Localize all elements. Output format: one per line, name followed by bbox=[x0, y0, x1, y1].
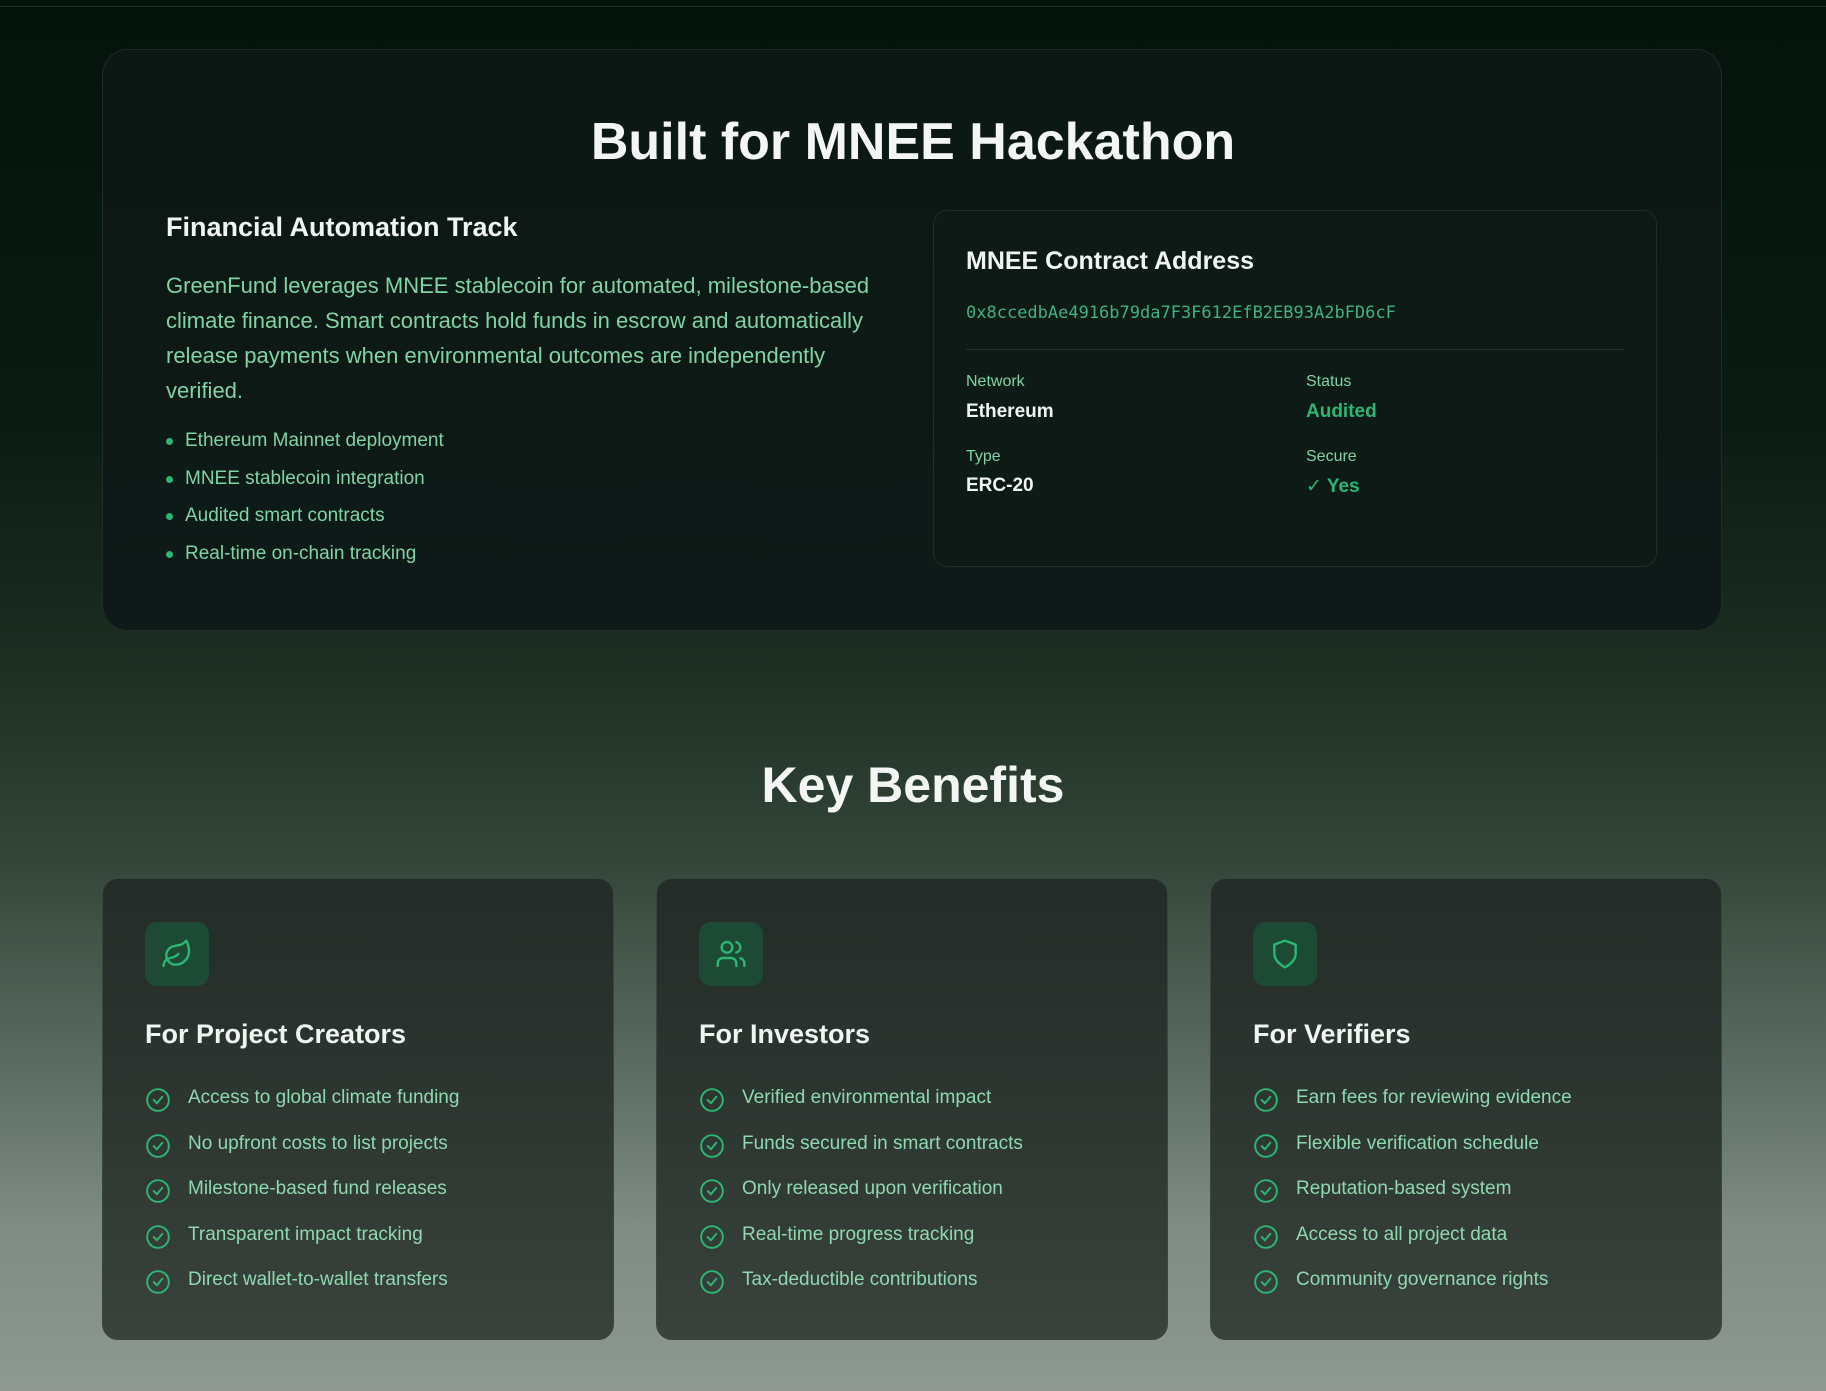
benefit-list: Earn fees for reviewing evidence Flexibl… bbox=[1253, 1085, 1572, 1313]
benefit-title: For Project Creators bbox=[145, 1019, 407, 1049]
benefit-title: For Investors bbox=[699, 1019, 871, 1049]
bullet-icon bbox=[166, 438, 173, 445]
contract-divider bbox=[966, 349, 1624, 350]
benefit-item: Only released upon verification bbox=[699, 1176, 1023, 1222]
status-label: Status bbox=[1306, 373, 1352, 390]
benefit-list: Access to global climate funding No upfr… bbox=[145, 1085, 459, 1313]
bullet-icon bbox=[166, 550, 173, 558]
contract-title: MNEE Contract Address bbox=[966, 247, 1255, 275]
check-circle-icon bbox=[1254, 1088, 1278, 1112]
check-circle-icon bbox=[146, 1224, 170, 1249]
benefit-item-label: Direct wallet-to-wallet transfers bbox=[188, 1269, 448, 1290]
contract-card: MNEE Contract Address 0x8ccedbAe4916b79d… bbox=[933, 210, 1657, 567]
secure-value: ✓ Yes bbox=[1306, 476, 1360, 497]
track-features-list: Ethereum Mainnet deployment MNEE stablec… bbox=[166, 424, 444, 574]
feature-item: Real-time on-chain tracking bbox=[166, 537, 444, 575]
check-circle-icon bbox=[1254, 1270, 1278, 1294]
status-value: Audited bbox=[1306, 401, 1377, 422]
benefit-item-label: Verified environmental impact bbox=[742, 1087, 992, 1108]
benefit-item-label: Earn fees for reviewing evidence bbox=[1296, 1087, 1572, 1108]
benefit-item-label: Real-time progress tracking bbox=[742, 1223, 975, 1245]
track-title: Financial Automation Track bbox=[166, 212, 518, 242]
benefit-item: Direct wallet-to-wallet transfers bbox=[145, 1267, 459, 1313]
benefit-item: Transparent impact tracking bbox=[145, 1222, 459, 1268]
benefit-item: Access to global climate funding bbox=[145, 1085, 459, 1131]
benefit-item: Reputation-based system bbox=[1253, 1176, 1572, 1222]
benefit-item: Milestone-based fund releases bbox=[145, 1176, 459, 1222]
bullet-icon bbox=[166, 513, 173, 520]
type-value: ERC-20 bbox=[966, 475, 1034, 496]
benefit-item-label: Reputation-based system bbox=[1296, 1178, 1512, 1199]
bullet-icon bbox=[166, 475, 173, 483]
secure-label: Secure bbox=[1306, 448, 1357, 465]
benefit-item: Funds secured in smart contracts bbox=[699, 1131, 1023, 1177]
benefit-item: Earn fees for reviewing evidence bbox=[1253, 1085, 1572, 1131]
type-label: Type bbox=[966, 448, 1001, 465]
benefit-item: Access to all project data bbox=[1253, 1222, 1572, 1268]
benefit-item: Verified environmental impact bbox=[699, 1085, 1023, 1131]
check-circle-icon bbox=[700, 1133, 724, 1158]
benefits-title: Key Benefits bbox=[761, 757, 1065, 813]
feature-item: MNEE stablecoin integration bbox=[166, 462, 444, 500]
feature-label: Ethereum Mainnet deployment bbox=[185, 430, 444, 451]
contract-address[interactable]: 0x8ccedbAe4916b79da7F3F612EfB2EB93A2bFD6… bbox=[966, 303, 1396, 323]
feature-label: Audited smart contracts bbox=[185, 505, 385, 526]
benefit-item-label: Flexible verification schedule bbox=[1296, 1132, 1539, 1154]
benefit-item-label: Only released upon verification bbox=[742, 1178, 1003, 1199]
network-value: Ethereum bbox=[966, 401, 1054, 422]
check-circle-icon bbox=[1254, 1224, 1278, 1249]
check-circle-icon bbox=[1254, 1133, 1278, 1158]
network-label: Network bbox=[966, 373, 1025, 390]
top-divider bbox=[0, 0, 1826, 7]
benefit-item-label: Access to all project data bbox=[1296, 1223, 1508, 1245]
benefit-item-label: Access to global climate funding bbox=[188, 1087, 460, 1108]
check-circle-icon bbox=[146, 1133, 170, 1158]
benefit-item: Flexible verification schedule bbox=[1253, 1131, 1572, 1177]
check-circle-icon bbox=[700, 1224, 724, 1249]
benefit-item-label: Community governance rights bbox=[1296, 1269, 1549, 1290]
feature-label: MNEE stablecoin integration bbox=[185, 467, 425, 489]
benefit-item: Tax-deductible contributions bbox=[699, 1267, 1023, 1313]
benefit-card-investors: For Investors Verified environmental imp… bbox=[656, 878, 1168, 1340]
feature-item: Ethereum Mainnet deployment bbox=[166, 424, 444, 462]
benefit-card-verifiers: For Verifiers Earn fees for reviewing ev… bbox=[1210, 878, 1722, 1340]
benefit-item: Real-time progress tracking bbox=[699, 1222, 1023, 1268]
check-circle-icon bbox=[146, 1270, 170, 1294]
benefit-item-label: Funds secured in smart contracts bbox=[742, 1132, 1023, 1154]
check-circle-icon bbox=[700, 1088, 724, 1112]
track-description: GreenFund leverages MNEE stablecoin for … bbox=[166, 273, 870, 403]
benefit-card-creators: For Project Creators Access to global cl… bbox=[102, 878, 614, 1340]
check-circle-icon bbox=[1254, 1179, 1278, 1203]
benefit-item: No upfront costs to list projects bbox=[145, 1131, 459, 1177]
hackathon-title: Built for MNEE Hackathon bbox=[590, 113, 1236, 171]
check-circle-icon bbox=[146, 1179, 170, 1203]
users-icon bbox=[699, 922, 763, 986]
feature-item: Audited smart contracts bbox=[166, 499, 444, 537]
leaf-icon bbox=[145, 922, 209, 986]
benefit-item-label: No upfront costs to list projects bbox=[188, 1132, 448, 1154]
benefit-item: Community governance rights bbox=[1253, 1267, 1572, 1313]
feature-label: Real-time on-chain tracking bbox=[185, 542, 417, 564]
shield-icon bbox=[1253, 922, 1317, 986]
benefit-item-label: Transparent impact tracking bbox=[188, 1223, 423, 1245]
check-circle-icon bbox=[700, 1179, 724, 1203]
benefit-list: Verified environmental impact Funds secu… bbox=[699, 1085, 1023, 1313]
check-circle-icon bbox=[146, 1088, 170, 1112]
benefit-item-label: Milestone-based fund releases bbox=[188, 1178, 447, 1199]
benefit-item-label: Tax-deductible contributions bbox=[742, 1269, 978, 1290]
check-circle-icon bbox=[700, 1270, 724, 1294]
benefit-title: For Verifiers bbox=[1253, 1019, 1411, 1049]
